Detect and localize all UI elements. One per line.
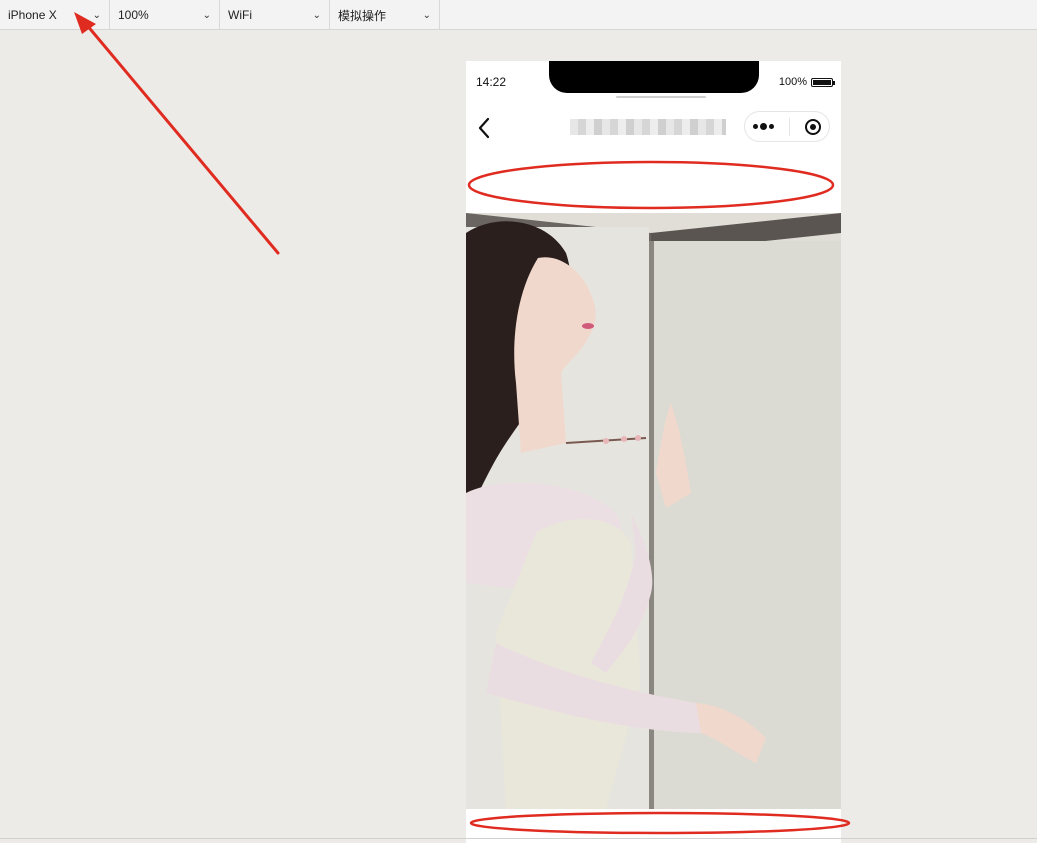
content-image	[466, 213, 841, 809]
phone-simulator: 14:22 100%	[466, 61, 841, 843]
zoom-select-label: 100%	[118, 8, 149, 22]
network-select[interactable]: WiFi ⌄	[220, 0, 330, 30]
status-battery: 100%	[778, 76, 835, 88]
simulator-toolbar: iPhone X ⌄ 100% ⌄ WiFi ⌄ 模拟操作 ⌄	[0, 0, 1037, 30]
chevron-down-icon: ⌄	[422, 9, 431, 21]
canvas-bottom-divider	[0, 838, 1037, 839]
phone-notch	[549, 61, 759, 93]
chevron-down-icon: ⌄	[92, 9, 101, 21]
chevron-left-icon[interactable]	[474, 115, 494, 141]
target-circle-icon[interactable]	[805, 118, 822, 135]
network-select-label: WiFi	[228, 8, 252, 22]
chevron-down-icon: ⌄	[312, 9, 321, 21]
menu-capsule	[744, 111, 830, 142]
zoom-select[interactable]: 100% ⌄	[110, 0, 220, 30]
battery-icon	[811, 77, 835, 87]
operation-select[interactable]: 模拟操作 ⌄	[330, 0, 440, 30]
more-dots-icon[interactable]	[752, 123, 774, 130]
battery-percent: 100%	[778, 76, 807, 88]
capsule-divider	[788, 117, 790, 136]
status-time: 14:22	[476, 75, 507, 89]
status-indicator-bar	[616, 96, 706, 98]
device-select[interactable]: iPhone X ⌄	[0, 0, 110, 30]
page-title-blurred	[570, 119, 726, 135]
chevron-down-icon: ⌄	[202, 9, 211, 21]
operation-select-label: 模拟操作	[338, 8, 387, 23]
device-select-label: iPhone X	[8, 8, 57, 22]
